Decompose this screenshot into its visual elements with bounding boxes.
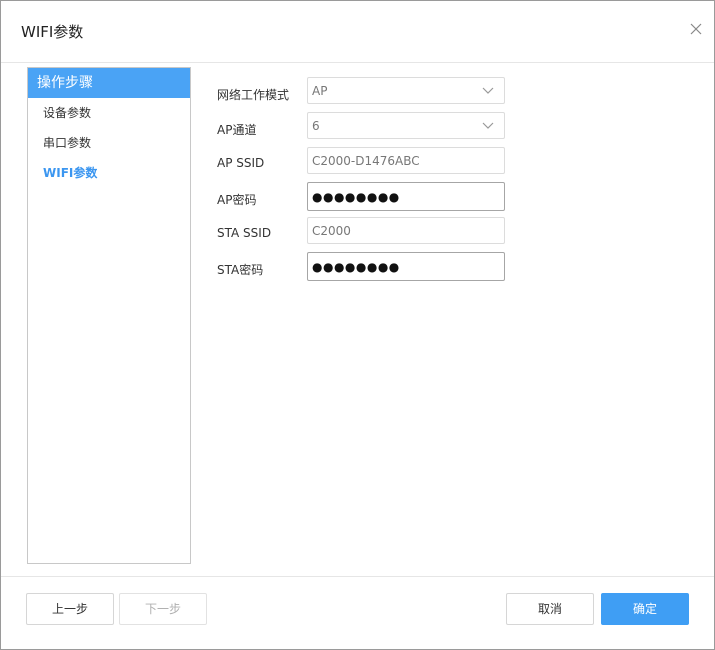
close-icon: [690, 23, 702, 35]
dialog-title-bar: WIFI参数: [1, 1, 714, 63]
sta-ssid-input[interactable]: C2000: [307, 217, 505, 244]
ap-password-value: ●●●●●●●●: [312, 190, 400, 204]
confirm-button[interactable]: 确定: [601, 593, 689, 625]
step-item-serial-params[interactable]: 串口参数: [28, 128, 190, 158]
ap-password-label: AP密码: [217, 193, 257, 207]
sta-password-label: STA密码: [217, 263, 264, 277]
sta-password-value: ●●●●●●●●: [312, 260, 400, 274]
ap-password-input[interactable]: ●●●●●●●●: [307, 182, 505, 211]
ap-ssid-label: AP SSID: [217, 156, 265, 170]
step-item-device-params[interactable]: 设备参数: [28, 98, 190, 128]
sta-ssid-value: C2000: [312, 224, 351, 238]
step-item-wifi-params[interactable]: WIFI参数: [28, 158, 190, 188]
network-mode-select[interactable]: AP: [307, 77, 505, 104]
ap-channel-select[interactable]: 6: [307, 112, 505, 139]
ap-ssid-input[interactable]: C2000-D1476ABC: [307, 147, 505, 174]
ap-channel-label: AP通道: [217, 123, 257, 137]
prev-step-button[interactable]: 上一步: [26, 593, 114, 625]
network-mode-value: AP: [312, 84, 328, 98]
steps-panel: 操作步骤 设备参数 串口参数 WIFI参数: [27, 67, 191, 564]
dialog-footer: 上一步 下一步 取消 确定: [1, 576, 714, 650]
dialog-title: WIFI参数: [21, 23, 84, 41]
chevron-down-icon: [482, 87, 494, 94]
steps-header: 操作步骤: [28, 68, 190, 98]
wifi-params-dialog: WIFI参数 操作步骤 设备参数 串口参数 WIFI参数 网络工作模式 AP A…: [0, 0, 715, 650]
ap-ssid-value: C2000-D1476ABC: [312, 154, 420, 168]
chevron-down-icon: [482, 122, 494, 129]
next-step-button[interactable]: 下一步: [119, 593, 207, 625]
network-mode-label: 网络工作模式: [217, 88, 290, 102]
sta-ssid-label: STA SSID: [217, 226, 272, 240]
close-button[interactable]: [688, 21, 704, 37]
sta-password-input[interactable]: ●●●●●●●●: [307, 252, 505, 281]
ap-channel-value: 6: [312, 119, 320, 133]
cancel-button[interactable]: 取消: [506, 593, 594, 625]
